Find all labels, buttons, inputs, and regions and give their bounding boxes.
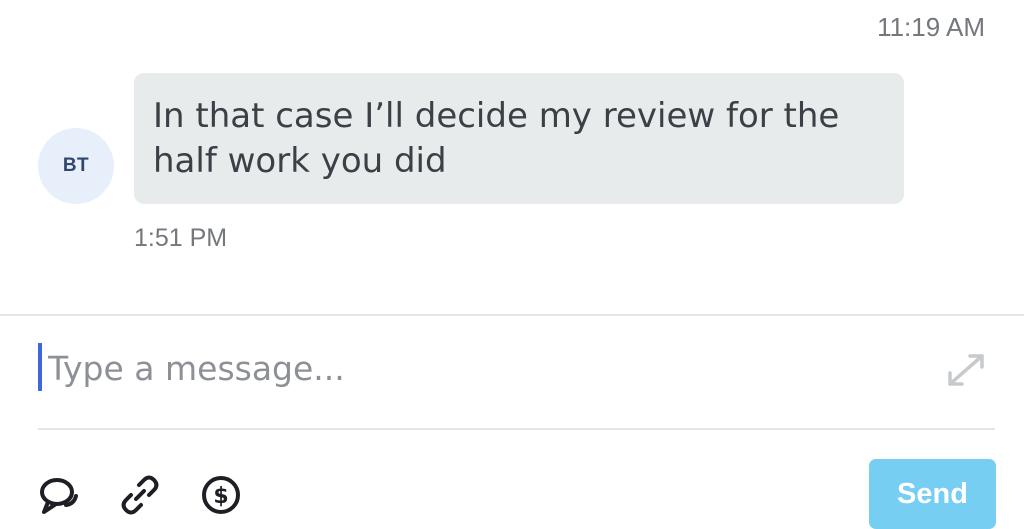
sender-avatar[interactable]: BT (38, 128, 114, 204)
message-bubble: In that case I’ll decide my review for t… (134, 73, 904, 204)
composer-input-divider (38, 428, 995, 430)
expand-icon[interactable] (944, 350, 988, 390)
composer-top-divider (0, 314, 1024, 316)
message-timestamp: 1:51 PM (134, 224, 228, 252)
svg-text:$: $ (213, 484, 228, 509)
send-button[interactable]: Send (869, 459, 996, 529)
message-input[interactable] (48, 342, 908, 394)
text-cursor (38, 343, 42, 391)
earlier-message-timestamp: 11:19 AM (877, 12, 985, 42)
message-text-line-2: half work you did (153, 141, 447, 181)
avatar-initials: BT (62, 155, 90, 176)
message-text-line-1: In that case I’ll decide my review for t… (153, 96, 840, 136)
